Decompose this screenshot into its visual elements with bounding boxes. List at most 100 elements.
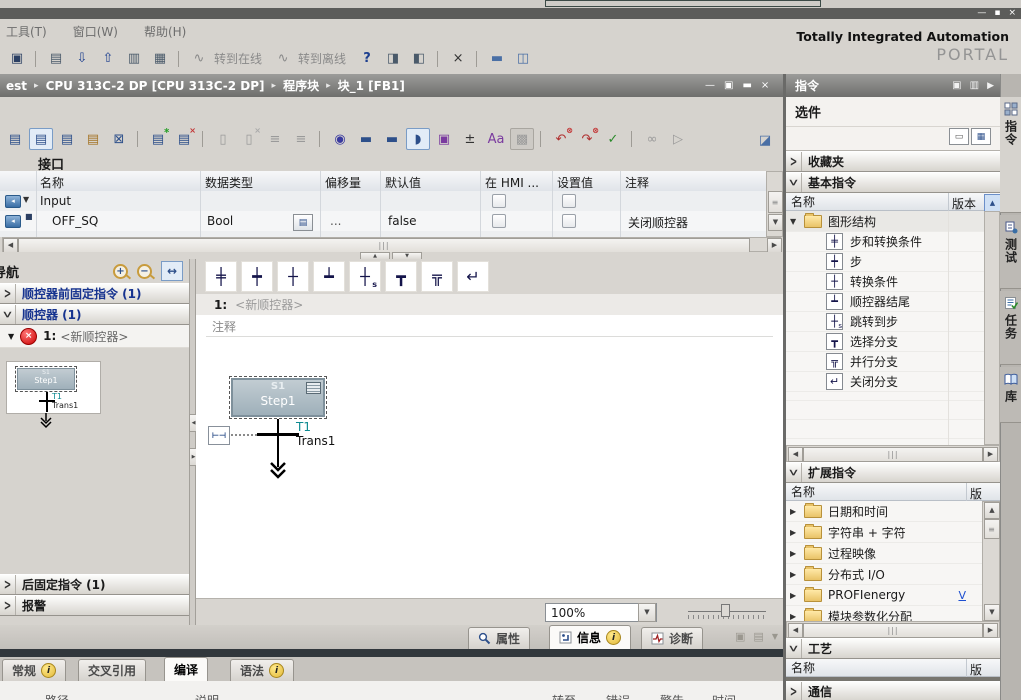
section-communication[interactable]: >通信	[786, 681, 1000, 700]
menu-item[interactable]: 帮助(H)	[144, 23, 186, 40]
empty-box-icon[interactable]: ▯	[211, 128, 235, 150]
detach-editor-icon[interactable]: ◪	[753, 129, 777, 151]
tab-compile[interactable]: 编译	[164, 657, 208, 681]
expand-collapse-icon[interactable]: ±	[458, 128, 482, 150]
menu-item[interactable]: 工具(T)	[6, 23, 47, 40]
interface-row-name[interactable]: Input	[40, 194, 71, 208]
offset-value[interactable]: ...	[330, 214, 341, 228]
stop-cpu-icon[interactable]: ▦	[148, 48, 172, 70]
hscroll-thumb[interactable]: |||	[18, 238, 750, 253]
transition-name[interactable]: Trans1	[296, 434, 335, 448]
section-technology[interactable]: >工艺	[786, 638, 1000, 659]
side-tab-instructions[interactable]: 指令	[1000, 97, 1021, 213]
empty-transition-condition-icon[interactable]: ⊢⊣	[208, 426, 230, 445]
list-view-icon[interactable]: ▤	[753, 630, 763, 643]
section-favorites[interactable]: >收藏夹	[786, 151, 1000, 172]
breadcrumb-item[interactable]: 程序块	[283, 77, 319, 94]
instruction-item[interactable]: ↵ 关闭分支	[786, 372, 984, 392]
instruction-item[interactable]: ┷ 顺控器结尾	[786, 292, 984, 312]
instruction-item[interactable]: ┿ 步	[786, 252, 984, 272]
section-alarms[interactable]: >报警	[0, 595, 189, 616]
delete-network-icon[interactable]: ▤×	[172, 128, 196, 150]
transition-bar[interactable]	[257, 433, 299, 436]
instruction-item[interactable]: ╦ 并行分支	[786, 352, 984, 372]
side-tab-libraries[interactable]: 库	[1000, 367, 1021, 423]
menu-item[interactable]: 窗口(W)	[73, 23, 118, 40]
comment-toggle-icon[interactable]: ◗	[406, 128, 430, 150]
cross-reference-icon[interactable]: ×	[446, 48, 470, 70]
folder-graph-structures[interactable]: ▼ 图形结构	[786, 211, 984, 232]
view-single-step-icon[interactable]: ▤	[81, 128, 105, 150]
save-project-icon[interactable]: ▤	[44, 48, 68, 70]
hscroll-thumb[interactable]: |||	[803, 447, 983, 462]
start-cpu-icon[interactable]: ▥	[122, 48, 146, 70]
restore-button[interactable]: ▪	[994, 9, 1000, 18]
section-basic-instructions[interactable]: >基本指令	[786, 172, 1000, 193]
instruction-item[interactable]: ┳ 选择分支	[786, 332, 984, 352]
col-header-offset[interactable]: 偏移量	[325, 174, 361, 191]
step-actions-icon[interactable]	[306, 382, 321, 394]
previous-error-icon[interactable]: ↶⊗	[549, 128, 573, 150]
instruction-folder[interactable]: ▶ 字符串 + 字符	[786, 522, 982, 543]
instruction-item[interactable]: ┼ 转换条件	[786, 272, 984, 292]
basic-tree-vscroll[interactable]	[984, 211, 1000, 445]
col-header-default[interactable]: 默认值	[385, 174, 421, 191]
zoom-dropdown-icon[interactable]: ▼	[638, 603, 656, 622]
close-branch-button[interactable]: ↵	[457, 261, 489, 292]
palette-view-icon[interactable]: ▭	[949, 128, 969, 145]
accessible-devices-icon[interactable]: ?	[355, 48, 379, 70]
fit-view-button[interactable]: ↔	[161, 261, 183, 281]
col-header-hmi[interactable]: 在 HMI ...	[485, 174, 539, 191]
col-header-version[interactable]: 版本	[952, 195, 976, 212]
instruction-folder[interactable]: ▶ 分布式 I/O	[786, 564, 982, 585]
glasses-monitor-icon[interactable]: ∞	[640, 128, 664, 150]
col-header-setvalue[interactable]: 设置值	[557, 174, 593, 191]
scroll-up-icon[interactable]: ▲	[984, 502, 1000, 519]
open-simultaneous-branch-button[interactable]: ╦	[421, 261, 453, 292]
go-offline-button[interactable]: ∿ 转到离线	[270, 47, 354, 71]
breadcrumb-item[interactable]: CPU 313C-2 DP [CPU 313C-2 DP]	[46, 79, 265, 93]
split-editor-vertical-icon[interactable]: ◫	[511, 48, 535, 70]
free-form-comments-icon[interactable]: ▬	[380, 128, 404, 150]
section-extended-instructions[interactable]: >扩展指令	[786, 462, 1000, 483]
instruction-item[interactable]: ┼s 跳转到步	[786, 312, 984, 332]
breadcrumb-item[interactable]: 块_1 [FB1]	[338, 77, 405, 94]
section-sequencers[interactable]: >顺控器 (1)	[0, 304, 189, 325]
scroll-up-icon[interactable]: ▲	[984, 194, 1001, 212]
section-post-instructions[interactable]: >后固定指令 (1)	[0, 574, 189, 595]
table-view-icon[interactable]: ▦	[971, 128, 991, 145]
sequencer-tree-item[interactable]: ▼ × 1: <新顺控器>	[0, 325, 189, 348]
scroll-left-icon[interactable]: ◀	[3, 238, 18, 253]
open-alternative-branch-button[interactable]: ┳	[385, 261, 417, 292]
editor-restore-button[interactable]: ▣	[724, 80, 733, 91]
hmi-checkbox[interactable]	[492, 214, 506, 228]
comment-value[interactable]: 关闭顺控器	[628, 214, 688, 231]
hmi-checkbox[interactable]	[492, 194, 506, 208]
float-panel-icon[interactable]: ▣	[952, 80, 961, 91]
instruction-folder[interactable]: ▶ PROFIenergy V	[786, 585, 982, 606]
tab-diagnostics[interactable]: 诊断	[641, 627, 703, 649]
scroll-left-icon[interactable]: ◀	[788, 623, 803, 638]
upload-from-device-icon[interactable]: ⇧	[96, 48, 120, 70]
consistency-check-icon[interactable]: ✓	[601, 128, 625, 150]
default-value[interactable]: false	[388, 214, 417, 228]
close-button[interactable]: ×	[1008, 9, 1016, 18]
tab-syntax[interactable]: 语法 i	[230, 659, 294, 681]
side-tab-testing[interactable]: 测试	[1000, 215, 1021, 289]
next-error-icon[interactable]: ↷⊗	[575, 128, 599, 150]
scroll-right-icon[interactable]: ▶	[767, 238, 782, 253]
stop-runtime-icon[interactable]: ◧	[407, 48, 431, 70]
tab-general[interactable]: 常规 i	[2, 659, 66, 681]
instruction-folder[interactable]: ▶ 日期和时间	[786, 501, 982, 522]
breadcrumb-item[interactable]: est	[6, 79, 27, 93]
sequence-comment[interactable]: 注释	[212, 318, 236, 335]
absolute-operands-icon[interactable]: ▬	[354, 128, 378, 150]
view-sequence-icon[interactable]: ▤	[29, 128, 53, 150]
transition-button[interactable]: ┼	[277, 261, 309, 292]
address-info-icon[interactable]: ▣	[432, 128, 456, 150]
scroll-left-icon[interactable]: ◀	[788, 447, 803, 462]
download-to-device-icon[interactable]: ⇩	[70, 48, 94, 70]
insert-row-icon[interactable]: ≡	[263, 128, 287, 150]
split-editor-horizontal-icon[interactable]: ▬	[485, 48, 509, 70]
scroll-right-icon[interactable]: ▶	[983, 447, 998, 462]
